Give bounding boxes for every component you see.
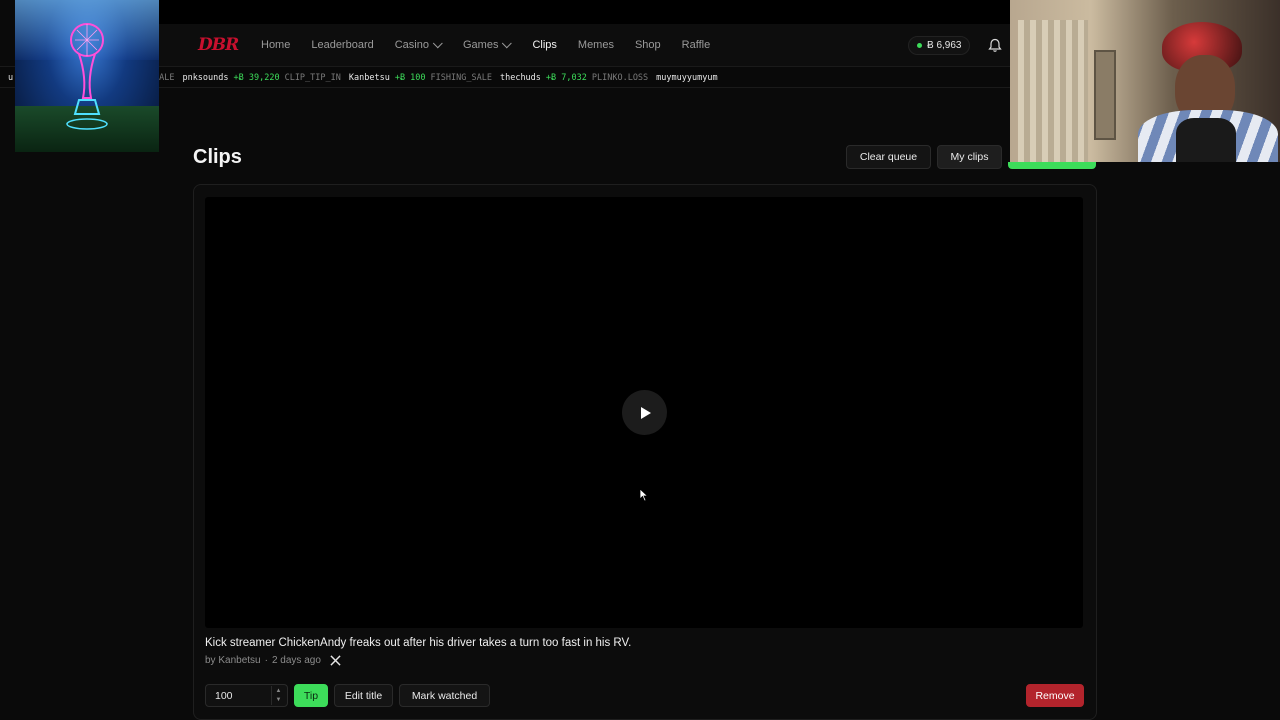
tip-button[interactable]: Tip bbox=[294, 684, 328, 707]
nav-item-games[interactable]: Games bbox=[462, 37, 513, 51]
stepper-down-icon[interactable]: ▼ bbox=[276, 697, 282, 703]
balance-badge[interactable]: Ƀ 6,963 bbox=[908, 36, 971, 55]
nav-item-label: Memes bbox=[577, 39, 614, 51]
webcam-curtain bbox=[1018, 20, 1088, 162]
nav-item-label: Casino bbox=[394, 39, 429, 51]
nav-item-label: Leaderboard bbox=[311, 39, 374, 51]
play-icon bbox=[640, 406, 651, 419]
status-dot-icon bbox=[917, 43, 922, 48]
ticker-entry: pnksounds +Ƀ 39,220 CLIP_TIP_IN bbox=[182, 67, 341, 87]
clips-page: DBR Home Leaderboard Casino Games Clips Memes… bbox=[0, 0, 1280, 720]
clip-title: Kick streamer ChickenAndy freaks out aft… bbox=[205, 637, 632, 649]
nav-item-label: Games bbox=[462, 39, 499, 51]
nav-item-label: Home bbox=[261, 39, 291, 51]
remove-button[interactable]: Remove bbox=[1026, 684, 1084, 707]
bell-icon[interactable] bbox=[988, 38, 1002, 53]
ticker-entry: u bbox=[8, 67, 14, 87]
ticker-amount: +Ƀ 39,220 bbox=[233, 73, 280, 83]
nav-item-leaderboard[interactable]: Leaderboard bbox=[311, 39, 373, 51]
navbar: DBR Home Leaderboard Casino Games Clips Memes… bbox=[158, 24, 1010, 66]
mouse-cursor-icon bbox=[639, 488, 649, 502]
ticker-amount: +Ƀ 7,032 bbox=[545, 73, 587, 83]
webcam-shirt bbox=[1176, 118, 1236, 162]
chevron-down-icon bbox=[502, 37, 513, 48]
ticker-user: pnksounds bbox=[182, 73, 229, 83]
ticker-event: FISHING_SALE bbox=[430, 73, 492, 83]
dbr-logo[interactable]: DBR bbox=[198, 35, 239, 55]
nav-item-home[interactable]: Home bbox=[261, 39, 290, 51]
nav-item-label: Clips bbox=[532, 39, 557, 51]
nav-item-raffle[interactable]: Raffle bbox=[682, 39, 711, 51]
mark-watched-button[interactable]: Mark watched bbox=[399, 684, 490, 707]
x-logo-icon[interactable] bbox=[330, 655, 341, 666]
nav-item-shop[interactable]: Shop bbox=[635, 39, 661, 51]
webcam-door bbox=[1094, 50, 1116, 140]
ticker-event: PLINKO.LOSS bbox=[591, 73, 649, 83]
nav-item-label: Shop bbox=[634, 39, 661, 51]
my-clips-button[interactable]: My clips bbox=[937, 145, 1002, 169]
top-strip bbox=[158, 0, 1010, 24]
webcam-overlay bbox=[1010, 0, 1280, 162]
nav-item-clips[interactable]: Clips bbox=[532, 39, 556, 51]
edit-title-button[interactable]: Edit title bbox=[334, 684, 393, 707]
chevron-down-icon bbox=[432, 37, 443, 48]
ticker-event: CLIP_TIP_IN bbox=[284, 73, 341, 83]
nav-item-casino[interactable]: Casino bbox=[394, 37, 443, 51]
ticker-entry: Kanbetsu +Ƀ 100 FISHING_SALE bbox=[348, 67, 492, 87]
nav-item-memes[interactable]: Memes bbox=[578, 39, 614, 51]
meta-separator: · bbox=[264, 655, 268, 666]
clip-author[interactable]: by Kanbetsu bbox=[205, 655, 261, 666]
balance-amount: Ƀ 6,963 bbox=[927, 40, 962, 51]
trophy-icon bbox=[66, 23, 108, 130]
nav-item-label: Raffle bbox=[681, 39, 711, 51]
clip-age: 2 days ago bbox=[271, 655, 321, 666]
stepper-up-icon[interactable]: ▲ bbox=[276, 688, 282, 694]
ticker-user: thechuds bbox=[499, 73, 541, 83]
clear-queue-button[interactable]: Clear queue bbox=[846, 145, 931, 169]
page-title: Clips bbox=[193, 146, 242, 168]
main-nav: Home Leaderboard Casino Games Clips Memes Shop… bbox=[261, 37, 731, 51]
clip-meta: by Kanbetsu · 2 days ago bbox=[205, 655, 341, 666]
ticker-user: Kanbetsu bbox=[348, 73, 390, 83]
ticker-entry: muymuyyumyum bbox=[656, 67, 718, 87]
ticker-user: u bbox=[8, 73, 14, 83]
tip-amount-stepper[interactable]: ▲ ▼ bbox=[271, 686, 285, 705]
green-action-button[interactable] bbox=[1008, 162, 1096, 169]
play-button[interactable] bbox=[622, 390, 667, 435]
stream-overlay-trophy-image bbox=[15, 0, 159, 152]
ticker-amount: +Ƀ 100 bbox=[394, 73, 426, 83]
ticker-user: muymuyyumyum bbox=[656, 73, 718, 83]
ticker-entry: thechuds +Ƀ 7,032 PLINKO.LOSS bbox=[499, 67, 649, 87]
